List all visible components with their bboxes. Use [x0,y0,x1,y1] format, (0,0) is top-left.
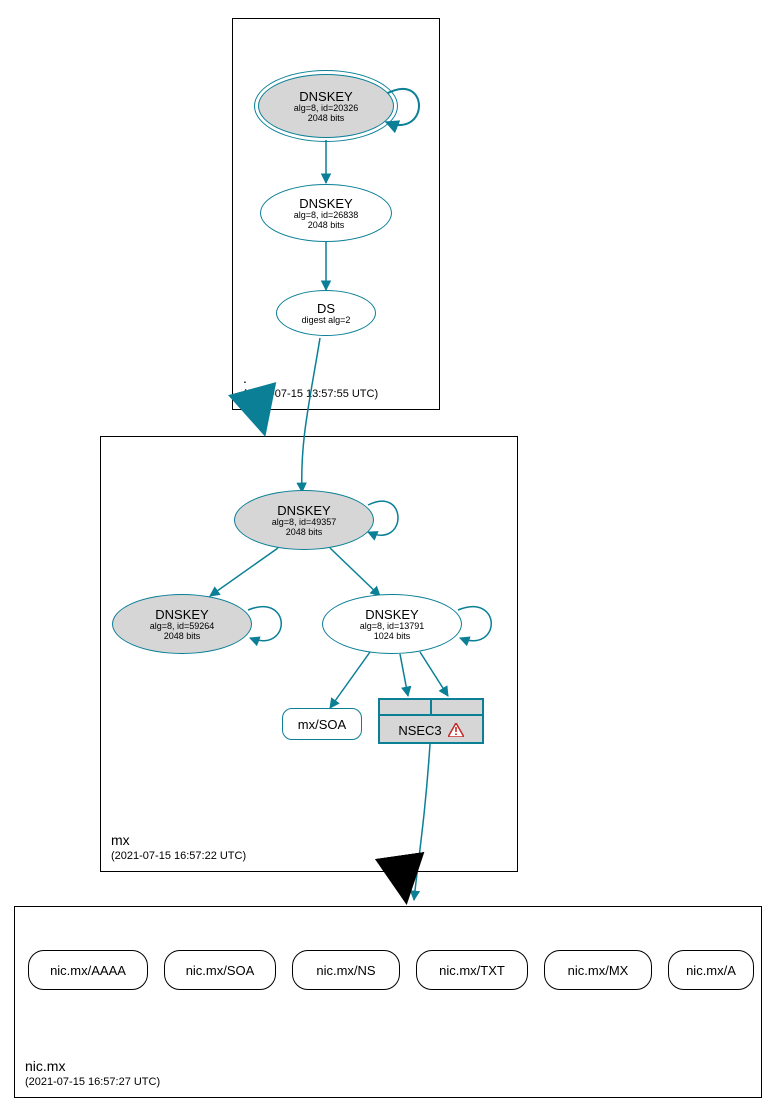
node-root-ksk-alg: alg=8, id=20326 [294,104,359,114]
node-root-ds-alg: digest alg=2 [302,316,351,326]
zone-nicmx-label: nic.mx (2021-07-15 16:57:27 UTC) [25,1057,160,1089]
node-mx-zsk2-bits: 2048 bits [164,632,201,642]
node-nicmx-ns: nic.mx/NS [292,950,400,990]
node-nicmx-txt: nic.mx/TXT [416,950,528,990]
zone-mx-timestamp: (2021-07-15 16:57:22 UTC) [111,849,246,863]
node-mx-ksk-title: DNSKEY [277,503,330,518]
node-mx-zsk-13791: DNSKEY alg=8, id=13791 1024 bits [322,594,462,654]
node-mx-ksk-bits: 2048 bits [286,528,323,538]
node-nicmx-soa-label: nic.mx/SOA [186,963,255,978]
zone-root-name: . [243,369,378,387]
node-mx-zsk2-title: DNSKEY [155,607,208,622]
node-root-zsk-title: DNSKEY [299,196,352,211]
node-root-zsk-bits: 2048 bits [308,221,345,231]
nsec3-header-cells [380,700,482,716]
node-nicmx-mx: nic.mx/MX [544,950,652,990]
zone-mx-name: mx [111,831,246,849]
node-mx-zsk1-bits: 1024 bits [374,632,411,642]
node-nicmx-txt-label: nic.mx/TXT [439,963,505,978]
node-root-ds-title: DS [317,301,335,316]
node-nicmx-soa: nic.mx/SOA [164,950,276,990]
warning-icon [448,723,464,737]
node-root-ds: DS digest alg=2 [276,290,376,336]
node-root-zsk: DNSKEY alg=8, id=26838 2048 bits [260,184,392,242]
node-nicmx-aaaa: nic.mx/AAAA [28,950,148,990]
zone-nicmx-timestamp: (2021-07-15 16:57:27 UTC) [25,1075,160,1089]
node-nsec3-label: NSEC3 [398,723,441,738]
node-root-ksk-bits: 2048 bits [308,114,345,124]
node-mx-soa-label: mx/SOA [298,717,346,732]
node-mx-ksk: DNSKEY alg=8, id=49357 2048 bits [234,490,374,550]
zone-root-label: . (2021-07-15 13:57:55 UTC) [243,369,378,401]
node-nicmx-a: nic.mx/A [668,950,754,990]
zone-root-timestamp: (2021-07-15 13:57:55 UTC) [243,387,378,401]
node-nicmx-ns-label: nic.mx/NS [316,963,375,978]
node-mx-soa: mx/SOA [282,708,362,740]
zone-nicmx-name: nic.mx [25,1057,160,1075]
node-mx-zsk-59264: DNSKEY alg=8, id=59264 2048 bits [112,594,252,654]
node-root-ksk: DNSKEY alg=8, id=20326 2048 bits [258,74,394,138]
node-nsec3: NSEC3 [378,698,484,744]
node-mx-zsk1-title: DNSKEY [365,607,418,622]
node-nicmx-aaaa-label: nic.mx/AAAA [50,963,126,978]
zone-mx-label: mx (2021-07-15 16:57:22 UTC) [111,831,246,863]
node-nicmx-a-label: nic.mx/A [686,963,736,978]
node-root-ksk-title: DNSKEY [299,89,352,104]
zone-nicmx: nic.mx (2021-07-15 16:57:27 UTC) [14,906,762,1098]
node-nicmx-mx-label: nic.mx/MX [568,963,629,978]
